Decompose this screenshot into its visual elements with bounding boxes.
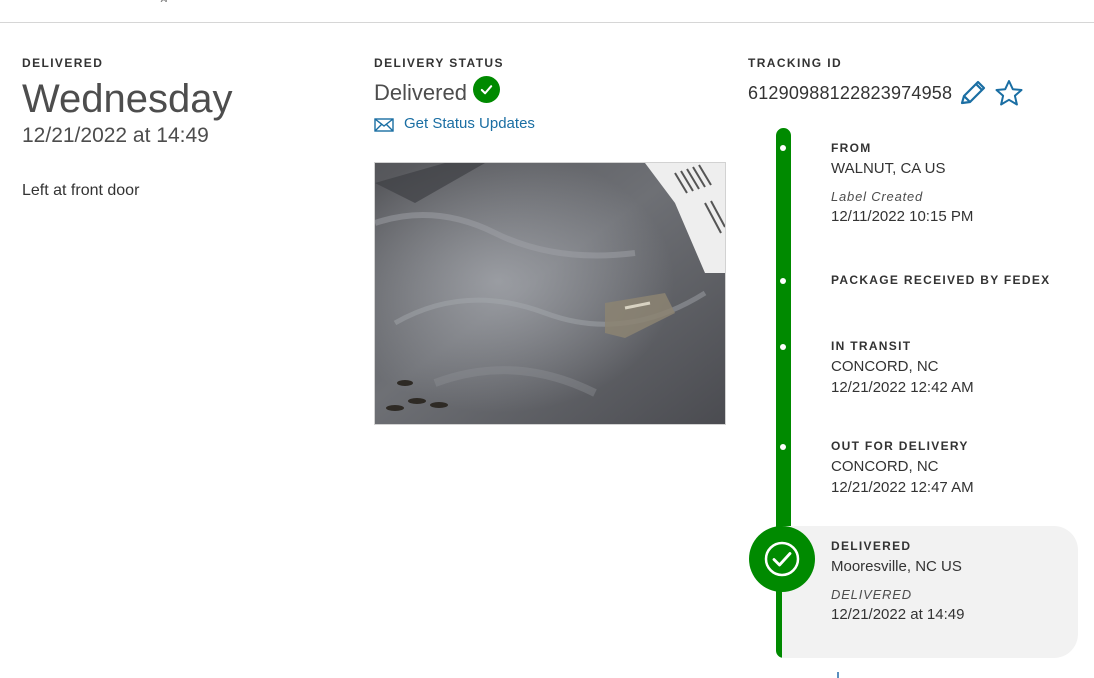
event-time: 12/21/2022 12:47 AM — [831, 479, 974, 496]
status-value: Delivered — [374, 80, 467, 105]
delivery-status-label: DELIVERY STATUS — [374, 56, 504, 70]
event-detail: Label Created — [831, 189, 924, 204]
pencil-icon[interactable] — [958, 79, 988, 107]
timeline-dot — [780, 344, 786, 350]
timeline-event-in-transit: IN TRANSIT CONCORD, NC 12/21/2022 12:42 … — [831, 339, 1081, 396]
event-detail: DELIVERED — [831, 587, 912, 602]
package-photo[interactable] — [374, 162, 726, 425]
delivery-summary: DELIVERED Wednesday 12/21/2022 at 14:49 … — [22, 56, 342, 200]
package-photo-image — [375, 163, 725, 424]
event-title: DELIVERED — [831, 539, 912, 553]
header-divider — [0, 22, 1094, 23]
header-clipped-text: g — [160, 0, 184, 2]
envelope-icon — [374, 118, 394, 132]
delivery-note: Left at front door — [22, 182, 140, 199]
delivered-label: DELIVERED — [22, 56, 104, 70]
delivery-datetime: 12/21/2022 at 14:49 — [22, 124, 209, 147]
timeline-event-delivered: DELIVERED Mooresville, NC US DELIVERED 1… — [831, 539, 1081, 623]
scroll-indicator — [837, 672, 839, 678]
event-location: CONCORD, NC — [831, 358, 939, 375]
check-circle-icon — [472, 75, 500, 103]
event-location: CONCORD, NC — [831, 458, 939, 475]
timeline-dot — [780, 444, 786, 450]
delivered-check-icon — [749, 526, 815, 592]
event-time: 12/21/2022 at 14:49 — [831, 606, 965, 623]
event-title: IN TRANSIT — [831, 339, 912, 353]
event-title: OUT FOR DELIVERY — [831, 439, 969, 453]
delivery-day: Wednesday — [22, 77, 233, 121]
tracking-id-label: TRACKING ID — [748, 56, 843, 70]
tracking-number: 612909881228239749​58 — [748, 82, 953, 103]
tracking-row: 612909881228239749​58 — [748, 76, 1088, 110]
timeline-event-received: PACKAGE RECEIVED BY FEDEX — [831, 273, 1081, 287]
timeline-dot — [780, 145, 786, 151]
event-title: FROM — [831, 141, 872, 155]
event-title: PACKAGE RECEIVED BY FEDEX — [831, 273, 1051, 287]
get-status-updates-link[interactable]: Get Status Updates — [374, 114, 734, 132]
event-time: 12/21/2022 12:42 AM — [831, 379, 974, 396]
timeline-event-out-for-delivery: OUT FOR DELIVERY CONCORD, NC 12/21/2022 … — [831, 439, 1081, 496]
event-time: 12/11/2022 10:15 PM — [831, 208, 974, 225]
timeline-event-from: FROM WALNUT, CA US Label Created 12/11/2… — [831, 141, 1081, 225]
tracking-section: TRACKING ID 612909881228239749​58 — [748, 56, 1088, 110]
delivery-status-section: DELIVERY STATUS Delivered Get Status Upd… — [374, 56, 734, 132]
event-location: WALNUT, CA US — [831, 160, 946, 177]
event-location: Mooresville, NC US — [831, 558, 962, 575]
status-row: Delivered — [374, 75, 734, 110]
star-icon[interactable] — [994, 79, 1024, 107]
timeline-dot — [780, 278, 786, 284]
get-status-updates-label: Get Status Updates — [404, 114, 535, 132]
